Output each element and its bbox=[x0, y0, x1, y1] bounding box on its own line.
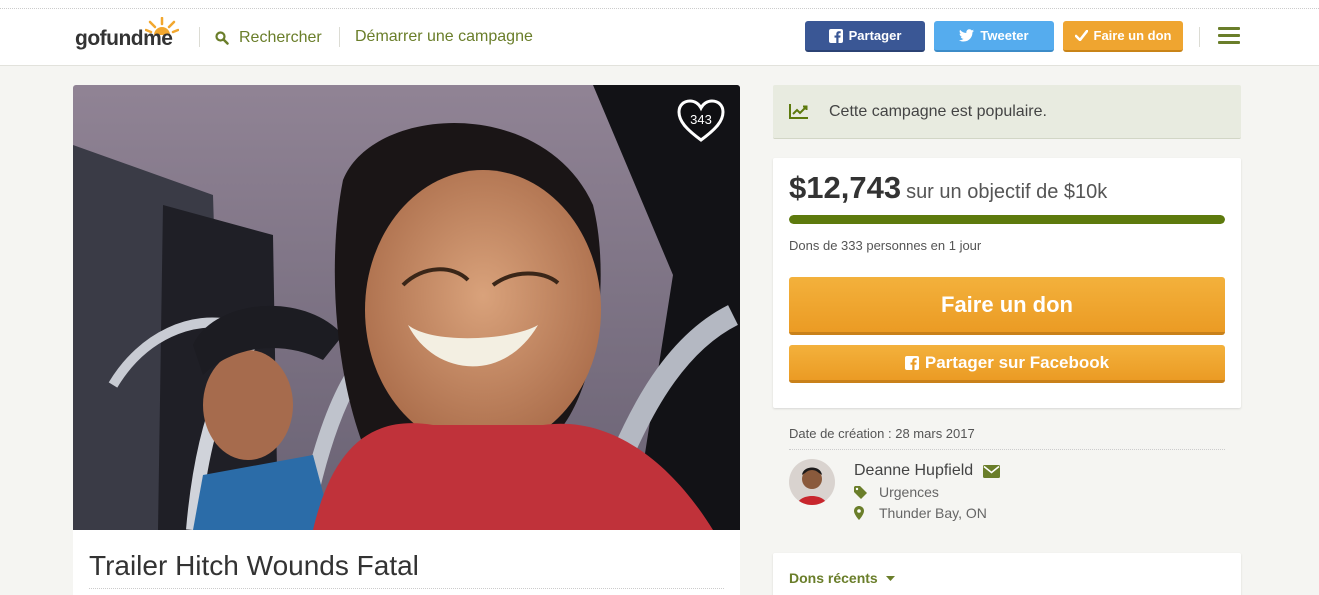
caret-down-icon bbox=[885, 575, 895, 581]
check-icon bbox=[1074, 30, 1088, 41]
popular-text: Cette campagne est populaire. bbox=[829, 103, 1047, 120]
share-label: Partager bbox=[848, 28, 902, 43]
facebook-icon bbox=[828, 28, 843, 43]
header-top-divider bbox=[0, 8, 1319, 9]
campaign-category: Urgences bbox=[854, 484, 939, 500]
search-icon bbox=[215, 31, 229, 45]
start-campaign-link[interactable]: Démarrer une campagne bbox=[355, 28, 533, 46]
tweet-label: Tweeter bbox=[980, 28, 1029, 43]
header-divider bbox=[1199, 27, 1200, 47]
progress-fill bbox=[789, 215, 1225, 224]
campaign-title-card: Trailer Hitch Wounds Fatal bbox=[73, 530, 740, 595]
gofundme-logo[interactable]: gofundme bbox=[75, 17, 185, 53]
donation-stats: Dons de 333 personnes en 1 jour bbox=[789, 238, 982, 253]
header-donate-button[interactable]: Faire un don bbox=[1063, 21, 1183, 52]
donation-card: $12,743 sur un objectif de $10k Dons de … bbox=[773, 158, 1241, 408]
facebook-icon bbox=[904, 355, 919, 370]
header-divider bbox=[199, 27, 200, 47]
recent-donations-label: Dons récents bbox=[789, 570, 878, 586]
location-label: Thunder Bay, ON bbox=[879, 505, 987, 521]
header-donate-label: Faire un don bbox=[1093, 28, 1172, 43]
organizer-name[interactable]: Deanne Hupfield bbox=[854, 462, 973, 480]
popular-banner: Cette campagne est populaire. bbox=[773, 85, 1241, 139]
tag-icon bbox=[854, 485, 867, 499]
recent-donations-toggle[interactable]: Dons récents bbox=[789, 570, 895, 586]
tweet-button[interactable]: Tweeter bbox=[934, 21, 1054, 52]
share-facebook-button[interactable]: Partager bbox=[805, 21, 925, 52]
raised-summary: $12,743 sur un objectif de $10k bbox=[789, 170, 1107, 206]
avatar[interactable] bbox=[789, 459, 835, 505]
title-divider bbox=[89, 588, 724, 589]
donate-button[interactable]: Faire un don bbox=[789, 277, 1225, 335]
raised-amount: $12,743 bbox=[789, 170, 902, 205]
envelope-icon[interactable] bbox=[983, 464, 1001, 478]
share-on-facebook-button[interactable]: Partager sur Facebook bbox=[789, 345, 1225, 383]
hamburger-menu-icon[interactable] bbox=[1218, 27, 1240, 45]
site-header: gofundme Rechercher Démarrer une campagn… bbox=[0, 0, 1319, 66]
campaign-photo bbox=[73, 85, 740, 530]
goal-text: sur un objectif de $10k bbox=[906, 181, 1108, 203]
campaign-title: Trailer Hitch Wounds Fatal bbox=[89, 550, 419, 581]
search-link[interactable]: Rechercher bbox=[215, 27, 322, 49]
campaign-photo-image bbox=[73, 85, 740, 530]
search-label: Rechercher bbox=[239, 29, 322, 46]
organizer-divider bbox=[789, 449, 1225, 450]
heart-count: 343 bbox=[690, 112, 712, 127]
logo-wordmark: gofundme bbox=[75, 27, 173, 50]
campaign-location: Thunder Bay, ON bbox=[854, 505, 987, 521]
share-on-facebook-label: Partager sur Facebook bbox=[924, 352, 1110, 372]
trending-up-icon bbox=[789, 104, 808, 119]
recent-donations-card: Dons récents bbox=[773, 553, 1241, 595]
created-date: Date de création : 28 mars 2017 bbox=[789, 426, 975, 441]
organizer: Deanne Hupfield bbox=[854, 462, 1001, 480]
map-pin-icon bbox=[854, 506, 864, 520]
heart-icon[interactable]: 343 bbox=[676, 98, 726, 144]
progress-bar bbox=[789, 215, 1225, 224]
twitter-icon bbox=[959, 29, 975, 42]
category-label[interactable]: Urgences bbox=[879, 484, 939, 500]
header-divider bbox=[339, 27, 340, 47]
